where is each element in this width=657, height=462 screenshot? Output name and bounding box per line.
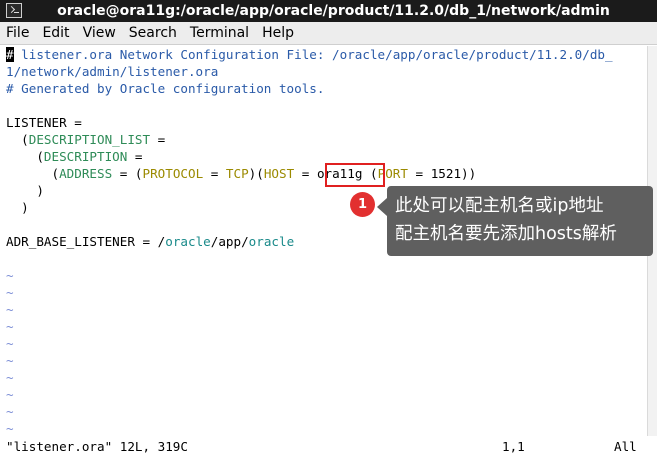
window-title: oracle@ora11g:/oracle/app/oracle/product… (57, 3, 610, 19)
menu-edit[interactable]: Edit (42, 25, 69, 41)
code-line-close-1: ) (6, 183, 44, 198)
empty-line-tilde: ~ (6, 319, 14, 334)
empty-line-tilde: ~ (6, 336, 14, 351)
empty-line-tilde: ~ (6, 387, 14, 402)
menu-search[interactable]: Search (129, 25, 177, 41)
annotation-callout: 此处可以配主机名或ip地址 配主机名要先添加hosts解析 (377, 186, 653, 256)
window-title-bar: oracle@ora11g:/oracle/app/oracle/product… (0, 0, 657, 22)
comment-line-1: # listener.ora Network Configuration Fil… (6, 47, 613, 62)
menu-bar: File Edit View Search Terminal Help (0, 22, 657, 45)
host-highlight-box (325, 163, 385, 187)
empty-line-tilde: ~ (6, 353, 14, 368)
annotation-line-1: 此处可以配主机名或ip地址 (395, 196, 604, 216)
annotation-line-2: 配主机名要先添加hosts解析 (395, 224, 617, 244)
text-cursor: # (6, 47, 14, 62)
annotation-badge: 1 (350, 192, 375, 217)
vim-status-line: "listener.ora" 12L, 319C 1,1 All (0, 438, 657, 455)
code-line-description: (DESCRIPTION = (6, 149, 143, 164)
empty-line-tilde: ~ (6, 285, 14, 300)
code-line-description-list: (DESCRIPTION_LIST = (6, 132, 166, 147)
code-line-close-2: ) (6, 200, 29, 215)
code-line-address: (ADDRESS = (PROTOCOL = TCP)(HOST = ora11… (6, 166, 477, 181)
comment-line-1-wrap: 1/network/admin/listener.ora (6, 64, 219, 79)
empty-line-tilde: ~ (6, 268, 14, 283)
menu-file[interactable]: File (6, 25, 29, 41)
status-file-info: "listener.ora" 12L, 319C (6, 439, 188, 454)
code-line-adr-base: ADR_BASE_LISTENER = /oracle/app/oracle (6, 234, 295, 249)
status-cursor-position: 1,1 (502, 439, 525, 454)
comment-line-2: # Generated by Oracle configuration tool… (6, 81, 325, 96)
menu-terminal[interactable]: Terminal (190, 25, 249, 41)
code-line-listener: LISTENER = (6, 115, 82, 130)
terminal-icon (6, 3, 22, 18)
empty-line-tilde: ~ (6, 370, 14, 385)
empty-line-tilde: ~ (6, 404, 14, 419)
empty-line-tilde: ~ (6, 421, 14, 436)
menu-view[interactable]: View (83, 25, 116, 41)
status-scroll: All (614, 439, 637, 454)
empty-line-tilde: ~ (6, 302, 14, 317)
menu-help[interactable]: Help (262, 25, 294, 41)
